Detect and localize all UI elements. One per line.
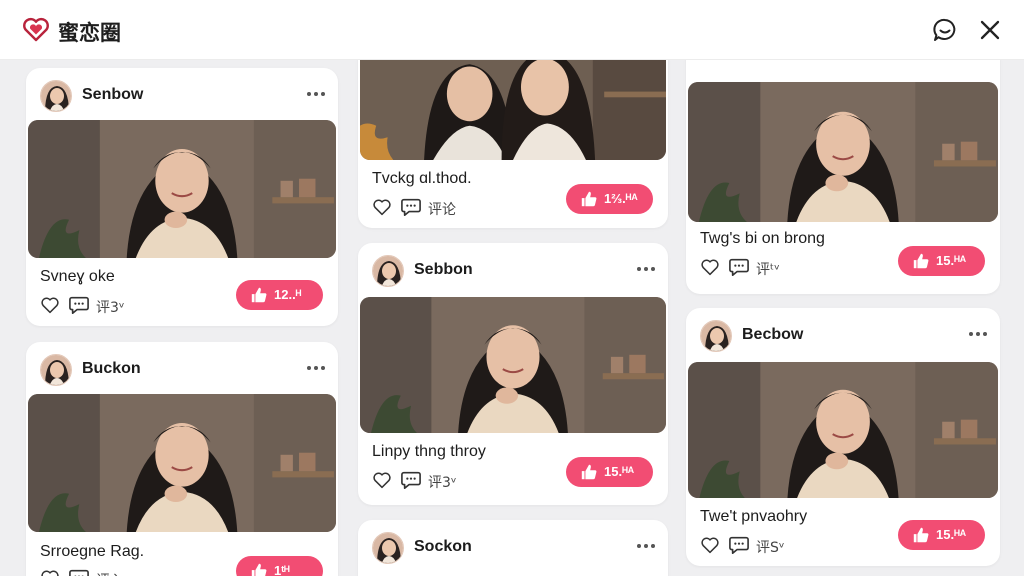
post-card[interactable]: Sebbon Linpy thng throy 评3ᵛ 15.ᴴᴬ [358,243,668,505]
post-header: Sebbon [358,243,668,297]
username[interactable]: Senbow [82,86,143,104]
username[interactable]: Sebbon [414,261,473,279]
top-bar: 蜜恋圈 [0,0,1024,60]
comment-bubble-icon[interactable] [400,197,422,217]
like-button[interactable]: 1⅔.ᴴᴬ [566,184,653,214]
comment-bubble-icon[interactable] [68,568,90,576]
more-dots-icon[interactable] [304,358,328,378]
post-caption: Twe't pnvaohry [700,508,808,525]
like-count: 1⅔.ᴴᴬ [604,191,638,206]
more-dots-icon[interactable] [634,536,658,556]
username[interactable]: Sockon [414,538,472,556]
close-icon[interactable] [977,17,1003,43]
post-header: Buckon [26,342,338,396]
post-photo[interactable] [688,82,998,222]
avatar[interactable] [40,80,72,112]
like-count: 15.ᴴᴬ [936,527,967,542]
thumbs-up-icon [912,526,930,544]
thumbs-up-icon [250,562,268,576]
post-caption: Twg's bi on brong [700,230,825,247]
post-card[interactable]: Buckon Srroeɡne Rag. 评入 1ᵗᴴ [26,342,338,576]
more-dots-icon[interactable] [966,324,990,344]
username[interactable]: Becbow [742,326,803,344]
post-card[interactable]: Senbow Svneɣ oke 评3ᵛ 12..ᴴ [26,68,338,326]
username[interactable]: Buckon [82,360,141,378]
thumbs-up-icon [580,190,598,208]
comment-label[interactable]: 评ᵗᵛ [756,259,780,279]
post-card[interactable]: Tvckg ɑl.thod. 评论 1⅔.ᴴᴬ [358,60,668,228]
post-photo[interactable] [360,60,666,160]
feed: Senbow Svneɣ oke 评3ᵛ 12..ᴴ Buckon Srroeɡ… [0,60,1024,576]
post-card[interactable]: Sockon [358,520,668,576]
post-header: Becbow [686,308,1000,362]
like-button[interactable]: 12..ᴴ [236,280,323,310]
comment-label[interactable]: 评入 [96,570,124,576]
post-photo[interactable] [28,120,336,258]
more-dots-icon[interactable] [304,84,328,104]
heart-logo-icon [23,17,49,42]
thumbs-up-icon [912,252,930,270]
comment-bubble-icon[interactable] [400,470,422,490]
like-button[interactable]: 15.ᴴᴬ [566,457,653,487]
avatar[interactable] [372,532,404,564]
like-button[interactable]: 15.ᴴᴬ [898,520,985,550]
heart-outline-icon[interactable] [700,536,720,554]
post-card[interactable]: Becbow Twe't pnvaohry 评Sᵛ 15.ᴴᴬ [686,308,1000,566]
post-caption: Linpy thng throy [372,443,486,460]
comment-bubble-icon[interactable] [728,257,750,277]
heart-outline-icon[interactable] [372,198,392,216]
like-count: 15.ᴴᴬ [604,464,635,479]
comment-label[interactable]: 评3ᵛ [96,297,125,317]
app-title: 蜜恋圈 [58,21,121,45]
post-caption: Svneɣ oke [40,268,115,285]
post-header: Senbow [26,68,338,122]
heart-outline-icon[interactable] [40,569,60,576]
comment-bubble-icon[interactable] [68,295,90,315]
heart-outline-icon[interactable] [40,296,60,314]
chat-bubble-icon[interactable] [932,17,958,43]
comment-bubble-icon[interactable] [728,535,750,555]
post-photo[interactable] [688,362,998,498]
heart-outline-icon[interactable] [372,471,392,489]
like-button[interactable]: 15.ᴴᴬ [898,246,985,276]
heart-outline-icon[interactable] [700,258,720,276]
like-count: 15.ᴴᴬ [936,253,967,268]
more-dots-icon[interactable] [634,259,658,279]
like-count: 12..ᴴ [274,287,302,302]
post-card[interactable]: Twg's bi on brong 评ᵗᵛ 15.ᴴᴬ [686,60,1000,294]
post-caption: Srroeɡne Rag. [40,543,145,560]
comment-label[interactable]: 评Sᵛ [756,537,785,557]
post-photo[interactable] [360,297,666,433]
comment-label[interactable]: 评论 [428,199,456,219]
thumbs-up-icon [250,286,268,304]
post-header: Sockon [358,520,668,574]
avatar[interactable] [372,255,404,287]
like-button[interactable]: 1ᵗᴴ [236,556,323,576]
comment-label[interactable]: 评3ᵛ [428,472,457,492]
post-photo[interactable] [28,394,336,532]
avatar[interactable] [40,354,72,386]
avatar[interactable] [700,320,732,352]
thumbs-up-icon [580,463,598,481]
post-caption: Tvckg ɑl.thod. [372,170,472,187]
like-count: 1ᵗᴴ [274,563,290,576]
